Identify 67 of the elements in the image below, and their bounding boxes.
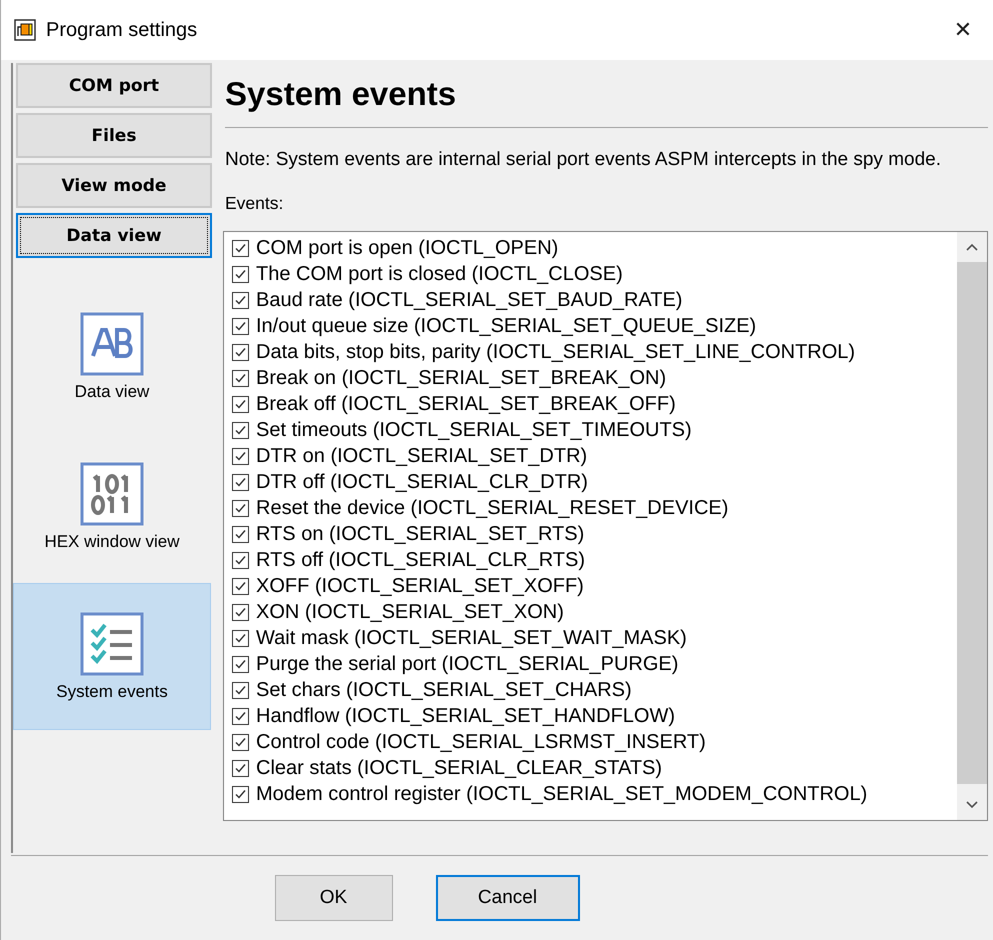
checkbox[interactable] xyxy=(232,630,249,646)
event-label: DTR off (IOCTL_SERIAL_CLR_DTR) xyxy=(256,470,588,494)
view-label: Data view xyxy=(74,382,150,402)
checkbox[interactable] xyxy=(232,422,249,438)
event-label: Modem control register (IOCTL_SERIAL_SET_MODEM_CONTROL) xyxy=(256,782,868,806)
checkbox[interactable] xyxy=(232,526,249,542)
note-text: Note: System events are internal serial port events ASPM intercepts in the spy mode. xyxy=(224,148,942,171)
event-label: DTR on (IOCTL_SERIAL_SET_DTR) xyxy=(256,444,588,468)
checkbox[interactable] xyxy=(232,786,249,802)
event-label: Set chars (IOCTL_SERIAL_SET_CHARS) xyxy=(256,678,632,702)
view-item[interactable]: System events xyxy=(13,583,211,730)
view-item[interactable]: Data view xyxy=(13,283,211,430)
checkbox[interactable] xyxy=(232,552,249,568)
ab-icon xyxy=(80,312,144,376)
event-label: Clear stats (IOCTL_SERIAL_CLEAR_STATS) xyxy=(256,756,662,780)
event-label: Break on (IOCTL_SERIAL_SET_BREAK_ON) xyxy=(256,366,666,390)
view-label: System events xyxy=(56,682,168,702)
checkbox[interactable] xyxy=(232,708,249,724)
event-label: RTS off (IOCTL_SERIAL_CLR_RTS) xyxy=(256,548,586,572)
section-heading: System events xyxy=(224,74,458,114)
checkbox[interactable] xyxy=(232,292,249,308)
event-label: Baud rate (IOCTL_SERIAL_SET_BAUD_RATE) xyxy=(256,288,682,312)
checkbox[interactable] xyxy=(232,370,249,386)
scroll-down-icon[interactable] xyxy=(965,800,979,810)
events-label: Events: xyxy=(224,193,284,214)
event-label: XOFF (IOCTL_SERIAL_SET_XOFF) xyxy=(256,574,584,598)
checkbox[interactable] xyxy=(232,682,249,698)
checkbox[interactable] xyxy=(232,734,249,750)
event-label: Break off (IOCTL_SERIAL_SET_BREAK_OFF) xyxy=(256,392,676,416)
ok-button[interactable]: OK xyxy=(274,875,392,921)
event-label: Reset the device (IOCTL_SERIAL_RESET_DEVICE) xyxy=(256,496,728,520)
close-button[interactable]: ✕ xyxy=(933,0,993,60)
checkbox[interactable] xyxy=(232,448,249,464)
event-label: The COM port is closed (IOCTL_CLOSE) xyxy=(256,262,623,286)
checkbox[interactable] xyxy=(232,318,249,334)
checkbox[interactable] xyxy=(232,760,249,776)
event-label: RTS on (IOCTL_SERIAL_SET_RTS) xyxy=(256,522,584,546)
window-title: Program settings xyxy=(46,18,198,42)
checkbox[interactable] xyxy=(232,240,249,256)
event-label: COM port is open (IOCTL_OPEN) xyxy=(256,236,558,260)
event-label: Wait mask (IOCTL_SERIAL_SET_WAIT_MASK) xyxy=(256,626,687,650)
section-button[interactable]: COM port xyxy=(16,63,212,108)
scroll-up-icon[interactable] xyxy=(965,242,979,252)
checkbox[interactable] xyxy=(232,266,249,282)
event-label: Purge the serial port (IOCTL_SERIAL_PURGE) xyxy=(256,652,678,676)
event-label: Set timeouts (IOCTL_SERIAL_SET_TIMEOUTS) xyxy=(256,418,692,442)
view-item[interactable]: HEX window view xyxy=(13,433,211,580)
view-label: HEX window view xyxy=(44,532,180,552)
event-label: Control code (IOCTL_SERIAL_LSRMST_INSERT) xyxy=(256,730,706,754)
event-label: XON (IOCTL_SERIAL_SET_XON) xyxy=(256,600,564,624)
checkbox[interactable] xyxy=(232,656,249,672)
section-button[interactable]: Files xyxy=(16,113,212,158)
event-label: In/out queue size (IOCTL_SERIAL_SET_QUEUE_SIZE) xyxy=(256,314,756,338)
checklist-icon xyxy=(80,612,144,676)
checkbox[interactable] xyxy=(232,396,249,412)
checkbox[interactable] xyxy=(232,344,249,360)
cancel-button[interactable]: Cancel xyxy=(436,875,580,921)
checkbox[interactable] xyxy=(232,474,249,490)
checkbox[interactable] xyxy=(232,500,249,516)
app-icon xyxy=(14,19,36,41)
section-button[interactable]: Data view xyxy=(16,213,212,258)
checkbox[interactable] xyxy=(232,604,249,620)
section-button[interactable]: View mode xyxy=(16,163,212,208)
binary-icon xyxy=(80,462,144,526)
event-label: Data bits, stop bits, parity (IOCTL_SERIAL_SET_LINE_CONTROL) xyxy=(256,340,856,364)
checkbox[interactable] xyxy=(232,578,249,594)
event-label: Handflow (IOCTL_SERIAL_SET_HANDFLOW) xyxy=(256,704,676,728)
